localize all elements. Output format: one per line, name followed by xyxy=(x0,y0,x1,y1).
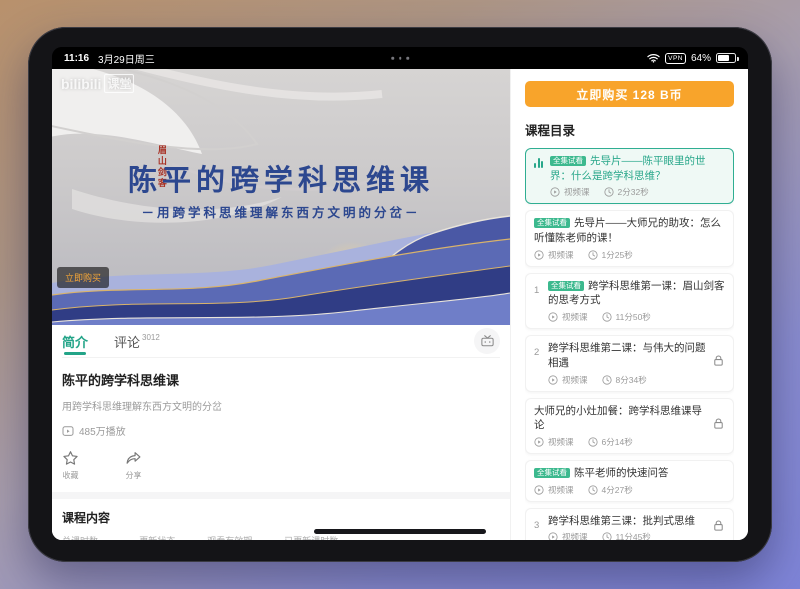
clock-icon xyxy=(602,532,612,540)
course-item[interactable]: 2 跨学科思维第二课：与伟大的问题相遇 视频课 8分34秒 xyxy=(525,335,734,391)
bilibili-tv-icon xyxy=(480,334,495,349)
battery-percent: 64% xyxy=(691,53,711,64)
star-icon xyxy=(62,450,79,467)
ipad-screen: 11:16 3月29日周三 VPN 64% xyxy=(52,47,748,540)
play-count: 485万播放 xyxy=(62,423,500,438)
front-camera-dots xyxy=(391,57,409,60)
course-content-heading: 课程内容 xyxy=(62,509,500,526)
item-number: 2 xyxy=(534,347,543,358)
video-icon xyxy=(548,312,558,322)
buy-now-button[interactable]: 立即购买 128 B币 xyxy=(525,81,734,107)
clock-icon xyxy=(602,375,612,385)
course-stats: 总课时数 共10课时 更新状态 已完结 观看有效期 永久有效 xyxy=(62,534,500,540)
video-icon xyxy=(550,187,560,197)
tab-intro[interactable]: 简介 xyxy=(62,325,88,357)
banner-course-subtitle: －用跨学科思维理解东西方文明的分岔－ xyxy=(52,202,510,221)
course-item[interactable]: 全集试看陈平老师的快速问答 视频课 4分27秒 xyxy=(525,460,734,502)
clock-icon xyxy=(588,250,598,260)
course-banner: bilibili 课堂 眉山剑客 陈平的跨学科思维课 －用跨学科思维理解东西方文… xyxy=(52,69,510,325)
trial-badge: 全集试看 xyxy=(534,218,570,228)
play-square-icon xyxy=(62,425,74,437)
lock-icon xyxy=(712,519,725,532)
course-title: 陈平的跨学科思维课 xyxy=(62,370,500,389)
course-item-playing[interactable]: 全集试看先导片——陈平眼里的世界：什么是跨学科思维？ 视频课 2分32秒 xyxy=(525,148,734,204)
video-icon xyxy=(548,532,558,540)
status-bar: 11:16 3月29日周三 VPN 64% xyxy=(52,47,748,69)
item-title: 跨学科思维第二课：与伟大的问题相遇 xyxy=(548,342,706,369)
share-button[interactable]: 分享 xyxy=(125,450,142,481)
ipad-device-frame: 11:16 3月29日周三 VPN 64% xyxy=(28,27,772,562)
course-item[interactable]: 1 全集试看跨学科思维第一课：眉山剑客的思考方式 视频课 11分50秒 xyxy=(525,273,734,329)
video-icon xyxy=(548,375,558,385)
catalog-panel: 立即购买 128 B币 课程目录 全集试看先导片——陈平眼里的世界：什么是跨学科… xyxy=(510,69,748,540)
course-description: 用跨学科思维理解东西方文明的分岔 xyxy=(62,398,500,413)
status-date: 3月29日周三 xyxy=(98,51,155,66)
course-item[interactable]: 3 跨学科思维第三课：批判式思维 视频课 11分45秒 xyxy=(525,508,734,540)
clock-icon xyxy=(602,312,612,322)
home-indicator[interactable] xyxy=(314,529,486,534)
stat-update-status: 更新状态 已完结 xyxy=(139,534,175,540)
desktop-background: 11:16 3月29日周三 VPN 64% xyxy=(0,0,800,589)
clock-icon xyxy=(588,437,598,447)
stat-updated-count: 已更新课时数 10课时 xyxy=(284,534,338,540)
status-time: 11:16 xyxy=(64,53,89,64)
trial-badge: 全集试看 xyxy=(550,156,586,166)
item-title: 跨学科思维第三课：批判式思维 xyxy=(548,515,695,527)
stat-total: 总课时数 共10课时 xyxy=(62,534,107,540)
battery-icon xyxy=(716,53,736,63)
course-list: 全集试看先导片——陈平眼里的世界：什么是跨学科思维？ 视频课 2分32秒 xyxy=(525,148,734,540)
favorite-button[interactable]: 收藏 xyxy=(62,450,79,481)
cast-button[interactable] xyxy=(474,328,500,354)
tab-comments[interactable]: 评论 3012 xyxy=(114,332,160,351)
tab-bar: 简介 评论 3012 xyxy=(62,325,500,358)
course-item[interactable]: 全集试看先导片——大师兄的助攻：怎么听懂陈老师的课！ 视频课 1分25秒 xyxy=(525,210,734,266)
course-item[interactable]: 大师兄的小灶加餐：跨学科思维课导论 视频课 6分14秒 xyxy=(525,398,734,454)
item-number: 1 xyxy=(534,285,543,296)
clock-icon xyxy=(588,485,598,495)
clock-icon xyxy=(604,187,614,197)
floating-buy-button[interactable]: 立即购买 xyxy=(57,267,109,288)
trial-badge: 全集试看 xyxy=(548,281,584,291)
banner-course-title: 陈平的跨学科思维课 xyxy=(52,157,510,199)
lock-icon xyxy=(712,417,725,430)
bilibili-watermark: bilibili 课堂 xyxy=(61,74,134,93)
video-icon xyxy=(534,437,544,447)
vpn-badge: VPN xyxy=(665,53,686,64)
trial-badge: 全集试看 xyxy=(534,468,570,478)
lock-icon xyxy=(712,354,725,367)
item-number: 3 xyxy=(534,520,543,531)
item-title: 大师兄的小灶加餐：跨学科思维课导论 xyxy=(534,405,702,432)
item-title: 陈平老师的快速问答 xyxy=(574,467,669,479)
wifi-icon xyxy=(647,53,660,63)
now-playing-icon xyxy=(534,158,545,168)
video-icon xyxy=(534,485,544,495)
catalog-heading: 课程目录 xyxy=(525,120,734,139)
comments-count: 3012 xyxy=(142,333,160,342)
section-divider xyxy=(52,492,510,499)
stat-validity: 观看有效期 永久有效 xyxy=(207,534,252,540)
video-icon xyxy=(534,250,544,260)
share-icon xyxy=(125,450,142,467)
